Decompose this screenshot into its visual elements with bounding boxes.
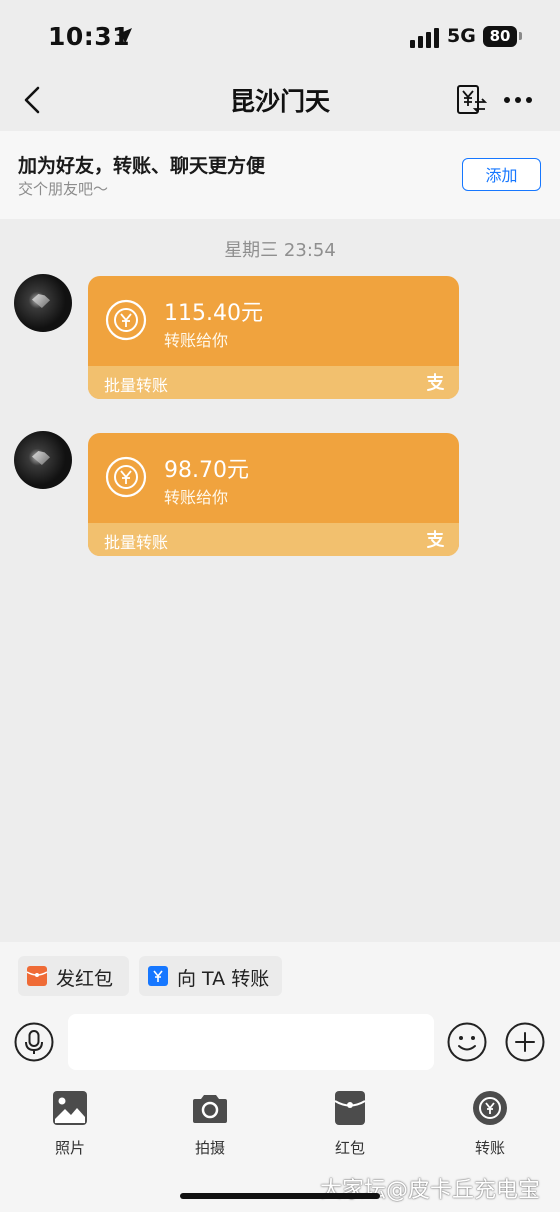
avatar-image xyxy=(32,294,50,308)
banner-subtitle: 交个朋友吧～ xyxy=(18,180,109,198)
tool-label: 转账 xyxy=(474,1139,505,1157)
red-packet-icon xyxy=(26,966,48,986)
tool-label: 红包 xyxy=(334,1139,365,1157)
chip-label: 发红包 xyxy=(56,968,114,990)
tool-photo[interactable]: 照片 xyxy=(30,1088,110,1168)
tool-transfer[interactable]: 转账 xyxy=(450,1088,530,1168)
transfer-icon xyxy=(148,966,168,986)
message-timestamp: 星期三 23:54 xyxy=(224,240,336,261)
tool-label: 拍摄 xyxy=(194,1139,225,1157)
page-title: 昆沙门天 xyxy=(229,87,330,116)
quick-actions-bar: 发红包 向 TA 转账 xyxy=(0,942,560,1008)
avatar[interactable] xyxy=(14,274,72,332)
banner-title: 加为好友，转账、聊天更方便 xyxy=(18,155,266,177)
send-red-packet-chip[interactable]: 发红包 xyxy=(18,956,129,996)
transfer-amount: 98.70元 xyxy=(164,458,249,483)
chip-label: 向 TA 转账 xyxy=(177,968,270,990)
transfer-coin-icon xyxy=(105,299,147,341)
transfer-description: 转账给你 xyxy=(164,331,229,350)
transfer-amount: 115.40元 xyxy=(164,301,263,326)
add-friend-button[interactable]: 添加 xyxy=(462,158,541,191)
photo-icon xyxy=(53,1091,87,1125)
home-indicator xyxy=(180,1193,380,1199)
transfer-card[interactable]: 98.70元 转账给你 批量转账 xyxy=(88,433,459,556)
plus-icon[interactable] xyxy=(505,1022,545,1062)
watermark: 大家坛@皮卡丘充电宝 xyxy=(320,1178,541,1203)
tool-label: 照片 xyxy=(54,1139,85,1157)
nav-bar: 昆沙门天 xyxy=(0,70,560,130)
alipay-icon xyxy=(427,530,444,548)
microphone-icon[interactable] xyxy=(14,1022,54,1062)
emoji-icon[interactable] xyxy=(447,1022,487,1062)
avatar-image xyxy=(32,451,50,465)
card-footer: 批量转账 xyxy=(88,366,459,399)
message-input[interactable] xyxy=(68,1014,434,1070)
batch-transfer-label: 批量转账 xyxy=(104,533,169,552)
add-friend-banner: 加为好友，转账、聊天更方便 交个朋友吧～ 添加 xyxy=(0,131,560,219)
transfer-record-icon[interactable] xyxy=(455,84,487,116)
batch-transfer-label: 批量转账 xyxy=(104,376,169,395)
alipay-icon xyxy=(427,373,444,391)
transfer-to-ta-chip[interactable]: 向 TA 转账 xyxy=(139,956,282,996)
network-type: 5G xyxy=(447,25,476,47)
card-footer: 批量转账 xyxy=(88,523,459,556)
camera-icon xyxy=(193,1095,227,1123)
location-arrow-icon xyxy=(116,28,132,44)
avatar[interactable] xyxy=(14,431,72,489)
tool-red-packet[interactable]: 红包 xyxy=(310,1088,390,1168)
red-packet-icon xyxy=(334,1091,366,1125)
transfer-card[interactable]: 115.40元 转账给你 批量转账 xyxy=(88,276,459,399)
transfer-description: 转账给你 xyxy=(164,488,229,507)
back-icon[interactable] xyxy=(16,82,52,118)
more-icon[interactable] xyxy=(500,84,536,116)
battery-cap xyxy=(519,32,522,40)
transfer-coin-icon xyxy=(105,456,147,498)
transfer-icon xyxy=(473,1091,507,1125)
battery-indicator: 80 xyxy=(483,26,517,47)
signal-icon xyxy=(410,28,439,48)
input-bar xyxy=(0,1008,560,1086)
tool-camera[interactable]: 拍摄 xyxy=(170,1088,250,1168)
status-bar: 10:31 5G 80 xyxy=(0,0,560,70)
